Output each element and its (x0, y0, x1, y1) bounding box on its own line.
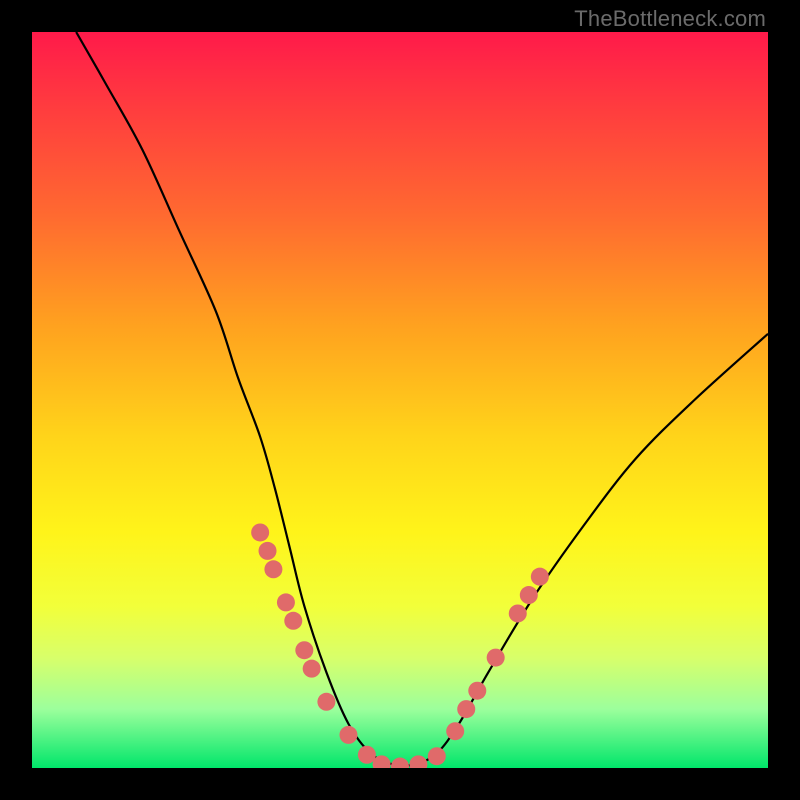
data-marker (446, 722, 464, 740)
data-marker (509, 604, 527, 622)
data-marker (457, 700, 475, 718)
data-marker (428, 747, 446, 765)
data-marker (487, 649, 505, 667)
data-marker (251, 523, 269, 541)
bottleneck-curve-chart (32, 32, 768, 768)
data-marker (284, 612, 302, 630)
bottleneck-curve (76, 32, 768, 766)
data-marker (259, 542, 277, 560)
data-marker (468, 682, 486, 700)
chart-plot-area (32, 32, 768, 768)
data-marker (339, 726, 357, 744)
data-marker (520, 586, 538, 604)
data-marker (264, 560, 282, 578)
attribution-text: TheBottleneck.com (574, 6, 766, 32)
data-marker (277, 593, 295, 611)
data-marker (303, 660, 321, 678)
data-marker (358, 746, 376, 764)
data-marker (295, 641, 313, 659)
data-marker (317, 693, 335, 711)
data-marker (391, 758, 409, 768)
data-marker (531, 568, 549, 586)
data-marker (409, 755, 427, 768)
